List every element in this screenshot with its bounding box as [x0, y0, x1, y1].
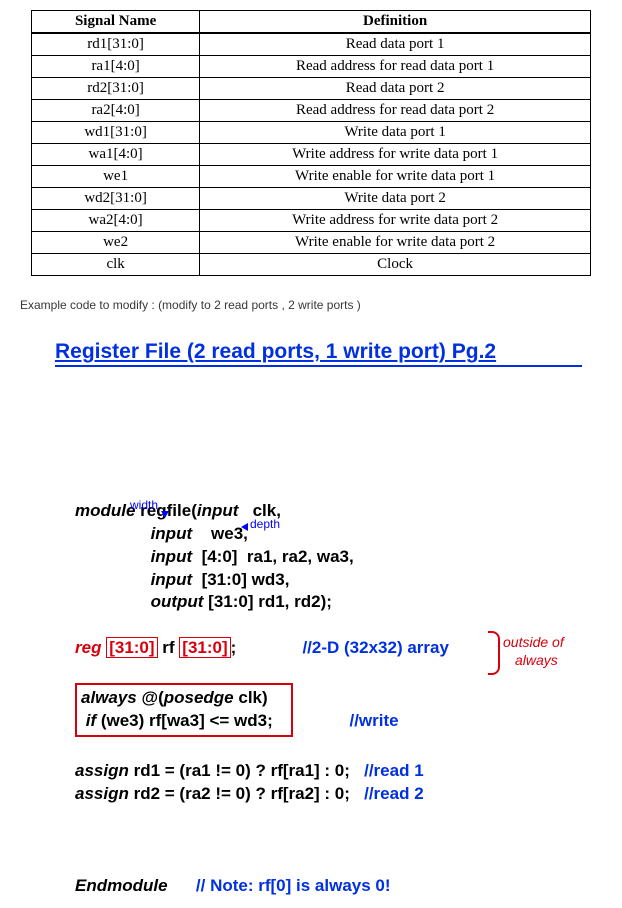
table-row: wd2[31:0]Write data port 2 [32, 188, 591, 210]
cell-def: Write address for write data port 2 [200, 210, 591, 232]
cell-def: Read data port 2 [200, 78, 591, 100]
col-header-def: Definition [200, 11, 591, 34]
table-row: we1Write enable for write data port 1 [32, 166, 591, 188]
cell-signal: ra1[4:0] [32, 56, 200, 78]
kw-if: if [86, 711, 96, 730]
cell-def: Clock [200, 254, 591, 276]
cell-signal: wa2[4:0] [32, 210, 200, 232]
txt-r5: [4:0] ra1, ra2, wa3, [192, 547, 354, 566]
txt-clkp: clk) [234, 688, 268, 707]
txt-r32: [31:0] wd3, [192, 570, 289, 589]
table-row: clkClock [32, 254, 591, 276]
cell-signal: rd1[31:0] [32, 33, 200, 56]
always-box: always @(posedge clk) if (we3) rf[wa3] <… [75, 683, 293, 737]
code-block: width depth module regfile(input clk, in… [75, 385, 602, 898]
bracket-outside: outside of [503, 633, 564, 652]
cell-def: Write enable for write data port 1 [200, 166, 591, 188]
txt-rd2: rd2 = (ra2 != 0) ? rf[ra2] : 0; [129, 784, 364, 803]
kw-assign1: assign [75, 761, 129, 780]
comment-note: // Note: rf[0] is always 0! [196, 876, 391, 895]
kw-input1: input [197, 501, 239, 520]
cell-signal: rd2[31:0] [32, 78, 200, 100]
kw-endmodule: Endmodule [75, 876, 168, 895]
cell-def: Read data port 1 [200, 33, 591, 56]
comment-write: //write [349, 711, 398, 730]
cell-signal: wd1[31:0] [32, 122, 200, 144]
width-annot: width [130, 497, 158, 513]
example-note: Example code to modify : (modify to 2 re… [20, 298, 602, 312]
comment-array: //2-D (32x32) array [302, 638, 448, 657]
kw-input3: input [151, 547, 193, 566]
cell-signal: wd2[31:0] [32, 188, 200, 210]
col-header-signal: Signal Name [32, 11, 200, 34]
cell-signal: clk [32, 254, 200, 276]
kw-reg: reg [75, 638, 101, 657]
table-row: rd1[31:0]Read data port 1 [32, 33, 591, 56]
idx-width: [31:0] [106, 637, 157, 658]
kw-module: module [75, 501, 135, 520]
table-row: rd2[31:0]Read data port 2 [32, 78, 591, 100]
kw-output: output [151, 592, 204, 611]
slide-title: Register File (2 read ports, 1 write por… [55, 340, 582, 367]
table-row: wd1[31:0]Write data port 1 [32, 122, 591, 144]
arrow-depth-icon [241, 523, 248, 531]
kw-input2: input [151, 524, 193, 543]
bracket-always: always [515, 651, 558, 670]
cell-signal: we1 [32, 166, 200, 188]
kw-posedge: posedge [164, 688, 234, 707]
cell-def: Write data port 1 [200, 122, 591, 144]
txt-at: @( [137, 688, 164, 707]
txt-rd1: rd1 = (ra1 != 0) ? rf[ra1] : 0; [129, 761, 364, 780]
comment-read2: //read 2 [364, 784, 424, 803]
txt-rf: rf [158, 638, 180, 657]
kw-assign2: assign [75, 784, 129, 803]
table-row: wa1[4:0]Write address for write data por… [32, 144, 591, 166]
table-row: ra1[4:0]Read address for read data port … [32, 56, 591, 78]
cell-signal: we2 [32, 232, 200, 254]
cell-signal: wa1[4:0] [32, 144, 200, 166]
kw-always: always [81, 688, 137, 707]
kw-input4: input [151, 570, 193, 589]
txt-semi: ; [231, 638, 237, 657]
table-row: ra2[4:0]Read address for read data port … [32, 100, 591, 122]
txt-we3: we3, [192, 524, 248, 543]
idx-depth: [31:0] [179, 637, 230, 658]
comment-read1: //read 1 [364, 761, 424, 780]
table-row: wa2[4:0]Write address for write data por… [32, 210, 591, 232]
cell-def: Write address for write data port 1 [200, 144, 591, 166]
cell-def: Read address for read data port 2 [200, 100, 591, 122]
txt-body: (we3) rf[wa3] <= wd3; [96, 711, 273, 730]
cell-def: Read address for read data port 1 [200, 56, 591, 78]
signal-table: Signal Name Definition rd1[31:0]Read dat… [31, 10, 591, 276]
txt-o32: [31:0] rd1, rd2); [203, 592, 331, 611]
table-row: we2Write enable for write data port 2 [32, 232, 591, 254]
cell-def: Write enable for write data port 2 [200, 232, 591, 254]
bracket-icon [488, 631, 500, 675]
arrow-width-icon [161, 511, 169, 518]
depth-annot: depth [250, 516, 280, 532]
cell-def: Write data port 2 [200, 188, 591, 210]
cell-signal: ra2[4:0] [32, 100, 200, 122]
